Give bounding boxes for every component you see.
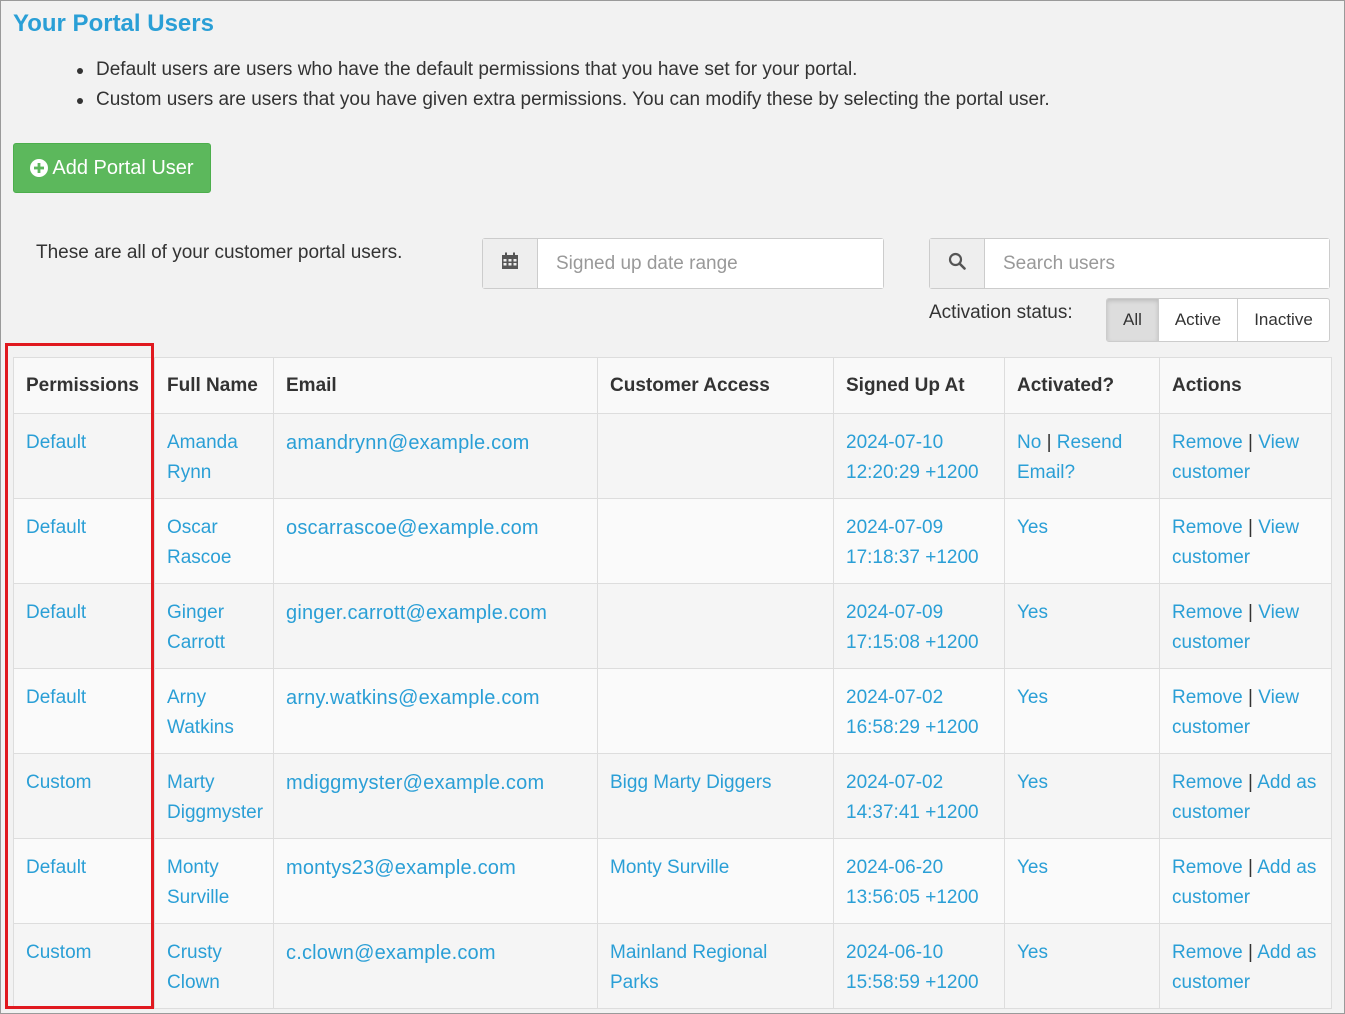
page-title: Your Portal Users xyxy=(13,10,214,37)
permissions-link[interactable]: Custom xyxy=(26,772,91,793)
activated-status: No xyxy=(1017,432,1042,453)
date-range-filter xyxy=(482,238,884,289)
activated-status: Yes xyxy=(1017,602,1048,623)
search-icon xyxy=(948,252,966,275)
remove-link[interactable]: Remove xyxy=(1172,857,1243,878)
activated-status: Yes xyxy=(1017,517,1048,538)
column-header-full-name[interactable]: Full Name xyxy=(154,357,274,414)
table-row: Default Monty Surville montys23@example.… xyxy=(13,838,1332,924)
separator: | xyxy=(1248,517,1253,538)
full-name-link[interactable]: Oscar Rascoe xyxy=(167,517,231,568)
remove-link[interactable]: Remove xyxy=(1172,432,1243,453)
table-header-row: Permissions Full Name Email Customer Acc… xyxy=(13,357,1332,414)
table-row: Default Amanda Rynn amandrynn@example.co… xyxy=(13,413,1332,499)
column-header-email[interactable]: Email xyxy=(273,357,598,414)
plus-circle-icon xyxy=(30,159,49,177)
permissions-link[interactable]: Custom xyxy=(26,942,91,963)
remove-link[interactable]: Remove xyxy=(1172,517,1243,538)
info-item-custom: Custom users are users that you have giv… xyxy=(77,85,1050,115)
permissions-link[interactable]: Default xyxy=(26,687,86,708)
full-name-link[interactable]: Arny Watkins xyxy=(167,687,234,738)
signed-up-date: 2024-07-09 xyxy=(846,602,944,623)
filter-all-button[interactable]: All xyxy=(1107,299,1158,341)
table-row: Default Oscar Rascoe oscarrascoe@example… xyxy=(13,498,1332,584)
signed-up-time: 15:58:59 +1200 xyxy=(846,972,979,993)
signed-up-time: 14:37:41 +1200 xyxy=(846,802,979,823)
intro-text: These are all of your customer portal us… xyxy=(36,242,403,263)
email-link[interactable]: ginger.carrott@example.com xyxy=(286,602,547,624)
activated-status: Yes xyxy=(1017,942,1048,963)
signed-up-date: 2024-07-10 xyxy=(846,432,944,453)
customer-access-link[interactable]: Mainland Regional Parks xyxy=(610,942,767,993)
full-name-link[interactable]: Amanda Rynn xyxy=(167,432,238,483)
signed-up-date: 2024-07-09 xyxy=(846,517,944,538)
separator: | xyxy=(1248,772,1253,793)
full-name-link[interactable]: Marty Diggmyster xyxy=(167,772,263,823)
activated-status: Yes xyxy=(1017,772,1048,793)
signed-up-time: 16:58:29 +1200 xyxy=(846,717,979,738)
remove-link[interactable]: Remove xyxy=(1172,687,1243,708)
column-header-actions: Actions xyxy=(1159,357,1332,414)
remove-link[interactable]: Remove xyxy=(1172,772,1243,793)
full-name-link[interactable]: Monty Surville xyxy=(167,857,229,908)
user-search xyxy=(929,238,1330,289)
table-row: Custom Crusty Clown c.clown@example.com … xyxy=(13,923,1332,1009)
info-item-default: Default users are users who have the def… xyxy=(77,55,1050,85)
calendar-icon xyxy=(501,252,519,275)
email-link[interactable]: arny.watkins@example.com xyxy=(286,687,540,709)
add-portal-user-button[interactable]: Add Portal User xyxy=(13,143,211,193)
signed-up-time: 13:56:05 +1200 xyxy=(846,887,979,908)
email-link[interactable]: mdiggmyster@example.com xyxy=(286,772,544,794)
table-row: Custom Marty Diggmyster mdiggmyster@exam… xyxy=(13,753,1332,839)
activated-status: Yes xyxy=(1017,857,1048,878)
permissions-link[interactable]: Default xyxy=(26,602,86,623)
signed-up-date: 2024-06-20 xyxy=(846,857,944,878)
email-link[interactable]: montys23@example.com xyxy=(286,857,516,879)
filter-inactive-button[interactable]: Inactive xyxy=(1237,299,1329,341)
separator: | xyxy=(1248,602,1253,623)
signed-up-date: 2024-06-10 xyxy=(846,942,944,963)
signed-up-time: 17:15:08 +1200 xyxy=(846,632,979,653)
search-addon[interactable] xyxy=(930,239,985,288)
remove-link[interactable]: Remove xyxy=(1172,602,1243,623)
signed-up-time: 17:18:37 +1200 xyxy=(846,547,979,568)
add-portal-user-label: Add Portal User xyxy=(52,156,194,179)
info-list: Default users are users who have the def… xyxy=(77,55,1050,115)
table-row: Default Arny Watkins arny.watkins@exampl… xyxy=(13,668,1332,754)
full-name-link[interactable]: Crusty Clown xyxy=(167,942,222,993)
column-header-customer-access[interactable]: Customer Access xyxy=(597,357,834,414)
remove-link[interactable]: Remove xyxy=(1172,942,1243,963)
full-name-link[interactable]: Ginger Carrott xyxy=(167,602,225,653)
separator: | xyxy=(1248,857,1253,878)
email-link[interactable]: amandrynn@example.com xyxy=(286,432,530,454)
separator: | xyxy=(1248,432,1253,453)
email-link[interactable]: oscarrascoe@example.com xyxy=(286,517,539,539)
column-header-signed-up-at[interactable]: Signed Up At xyxy=(833,357,1005,414)
portal-users-table: Permissions Full Name Email Customer Acc… xyxy=(13,357,1332,1009)
table-row: Default Ginger Carrott ginger.carrott@ex… xyxy=(13,583,1332,669)
signed-up-time: 12:20:29 +1200 xyxy=(846,462,979,483)
signed-up-date: 2024-07-02 xyxy=(846,687,944,708)
signed-up-date: 2024-07-02 xyxy=(846,772,944,793)
activation-status-label: Activation status: xyxy=(929,302,1073,323)
permissions-link[interactable]: Default xyxy=(26,432,86,453)
activation-status-toggle: All Active Inactive xyxy=(1106,298,1330,342)
date-range-input[interactable] xyxy=(538,239,883,288)
separator: | xyxy=(1046,432,1052,453)
column-header-activated[interactable]: Activated? xyxy=(1004,357,1160,414)
email-link[interactable]: c.clown@example.com xyxy=(286,942,496,964)
calendar-addon[interactable] xyxy=(483,239,538,288)
separator: | xyxy=(1248,687,1253,708)
customer-access-link[interactable]: Monty Surville xyxy=(610,857,729,878)
permissions-link[interactable]: Default xyxy=(26,857,86,878)
search-users-input[interactable] xyxy=(985,239,1329,288)
separator: | xyxy=(1248,942,1253,963)
column-header-permissions[interactable]: Permissions xyxy=(13,357,155,414)
customer-access-link[interactable]: Bigg Marty Diggers xyxy=(610,772,772,793)
permissions-link[interactable]: Default xyxy=(26,517,86,538)
filter-active-button[interactable]: Active xyxy=(1158,299,1237,341)
activated-status: Yes xyxy=(1017,687,1048,708)
